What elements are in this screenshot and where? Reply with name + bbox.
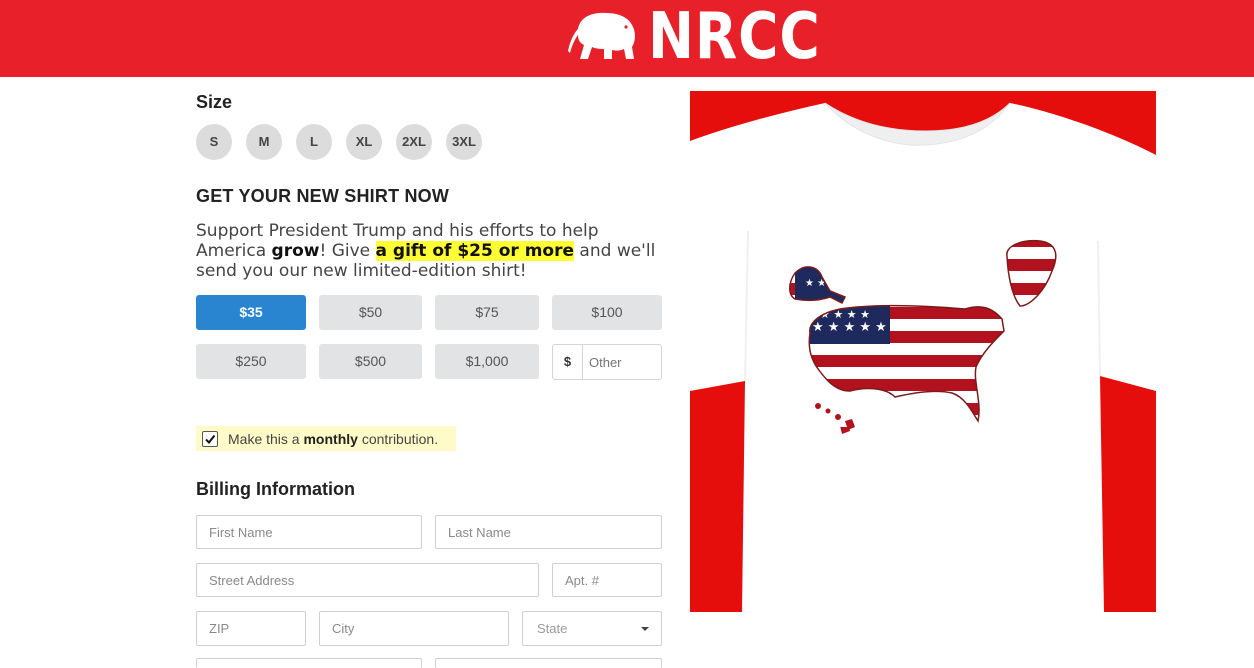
billing-title: Billing Information	[196, 479, 355, 499]
amount-50-button[interactable]: $50	[319, 295, 422, 330]
size-option-l[interactable]: L	[296, 124, 332, 160]
product-image: ★ ★ ★ ★ ★ ★ ★ ★ ★ ★ ★	[690, 91, 1156, 612]
amount-500-button[interactable]: $500	[319, 344, 422, 379]
zip-field[interactable]	[196, 611, 306, 646]
city-field[interactable]	[319, 611, 509, 646]
size-option-3xl[interactable]: 3XL	[446, 124, 482, 160]
size-option-s[interactable]: S	[196, 124, 232, 160]
monthly-label-text-1: Make this a	[228, 430, 304, 447]
checkmark-icon	[205, 434, 216, 444]
tshirt-image: ★ ★ ★ ★ ★ ★ ★ ★ ★ ★ ★	[690, 91, 1156, 612]
offer-heading: GET YOUR NEW SHIRT NOW	[196, 186, 450, 206]
offer-pitch: Support President Trump and his efforts …	[196, 221, 666, 281]
size-option-m[interactable]: M	[246, 124, 282, 160]
caret-down-icon	[641, 627, 649, 631]
pitch-bold: grow	[271, 241, 320, 261]
brand-name: NRCC	[648, 0, 821, 74]
monthly-label-bold: monthly	[303, 430, 358, 447]
nrcc-logo[interactable]: NRCC	[566, 2, 849, 72]
size-title: Size	[196, 92, 233, 112]
monthly-label: Make this a monthly contribution.	[228, 431, 438, 447]
elephant-icon	[566, 7, 640, 68]
monthly-label-text-2: contribution.	[357, 430, 439, 447]
next-field-right[interactable]	[435, 658, 662, 668]
amount-35-button[interactable]: $35	[196, 295, 306, 330]
apt-field[interactable]	[552, 563, 662, 597]
size-option-xl[interactable]: XL	[346, 124, 382, 160]
first-name-field[interactable]	[196, 515, 422, 549]
currency-symbol: $	[553, 345, 583, 379]
amount-75-button[interactable]: $75	[435, 295, 539, 330]
last-name-field[interactable]	[435, 515, 662, 549]
size-option-2xl[interactable]: 2XL	[396, 124, 432, 160]
next-field-left[interactable]	[196, 658, 422, 668]
other-amount-field: $	[552, 344, 662, 380]
monthly-checkbox[interactable]	[202, 430, 218, 447]
street-address-field[interactable]	[196, 563, 539, 597]
amount-250-button[interactable]: $250	[196, 344, 306, 379]
pitch-highlight: a gift of $25 or more	[375, 241, 575, 261]
state-select[interactable]: State	[522, 611, 662, 646]
amount-1000-button[interactable]: $1,000	[435, 344, 539, 379]
site-header: NRCC	[0, 0, 1254, 77]
state-select-value: State	[537, 621, 568, 636]
amount-100-button[interactable]: $100	[552, 295, 662, 330]
svg-text:★ ★ ★ ★ ★: ★ ★ ★ ★ ★	[812, 320, 887, 335]
pitch-text-2: ! Give	[319, 241, 376, 261]
svg-text:★ ★ ★ ★: ★ ★ ★ ★	[820, 308, 870, 321]
other-amount-input[interactable]	[589, 345, 657, 379]
monthly-contribution-option[interactable]: Make this a monthly contribution.	[196, 426, 456, 451]
